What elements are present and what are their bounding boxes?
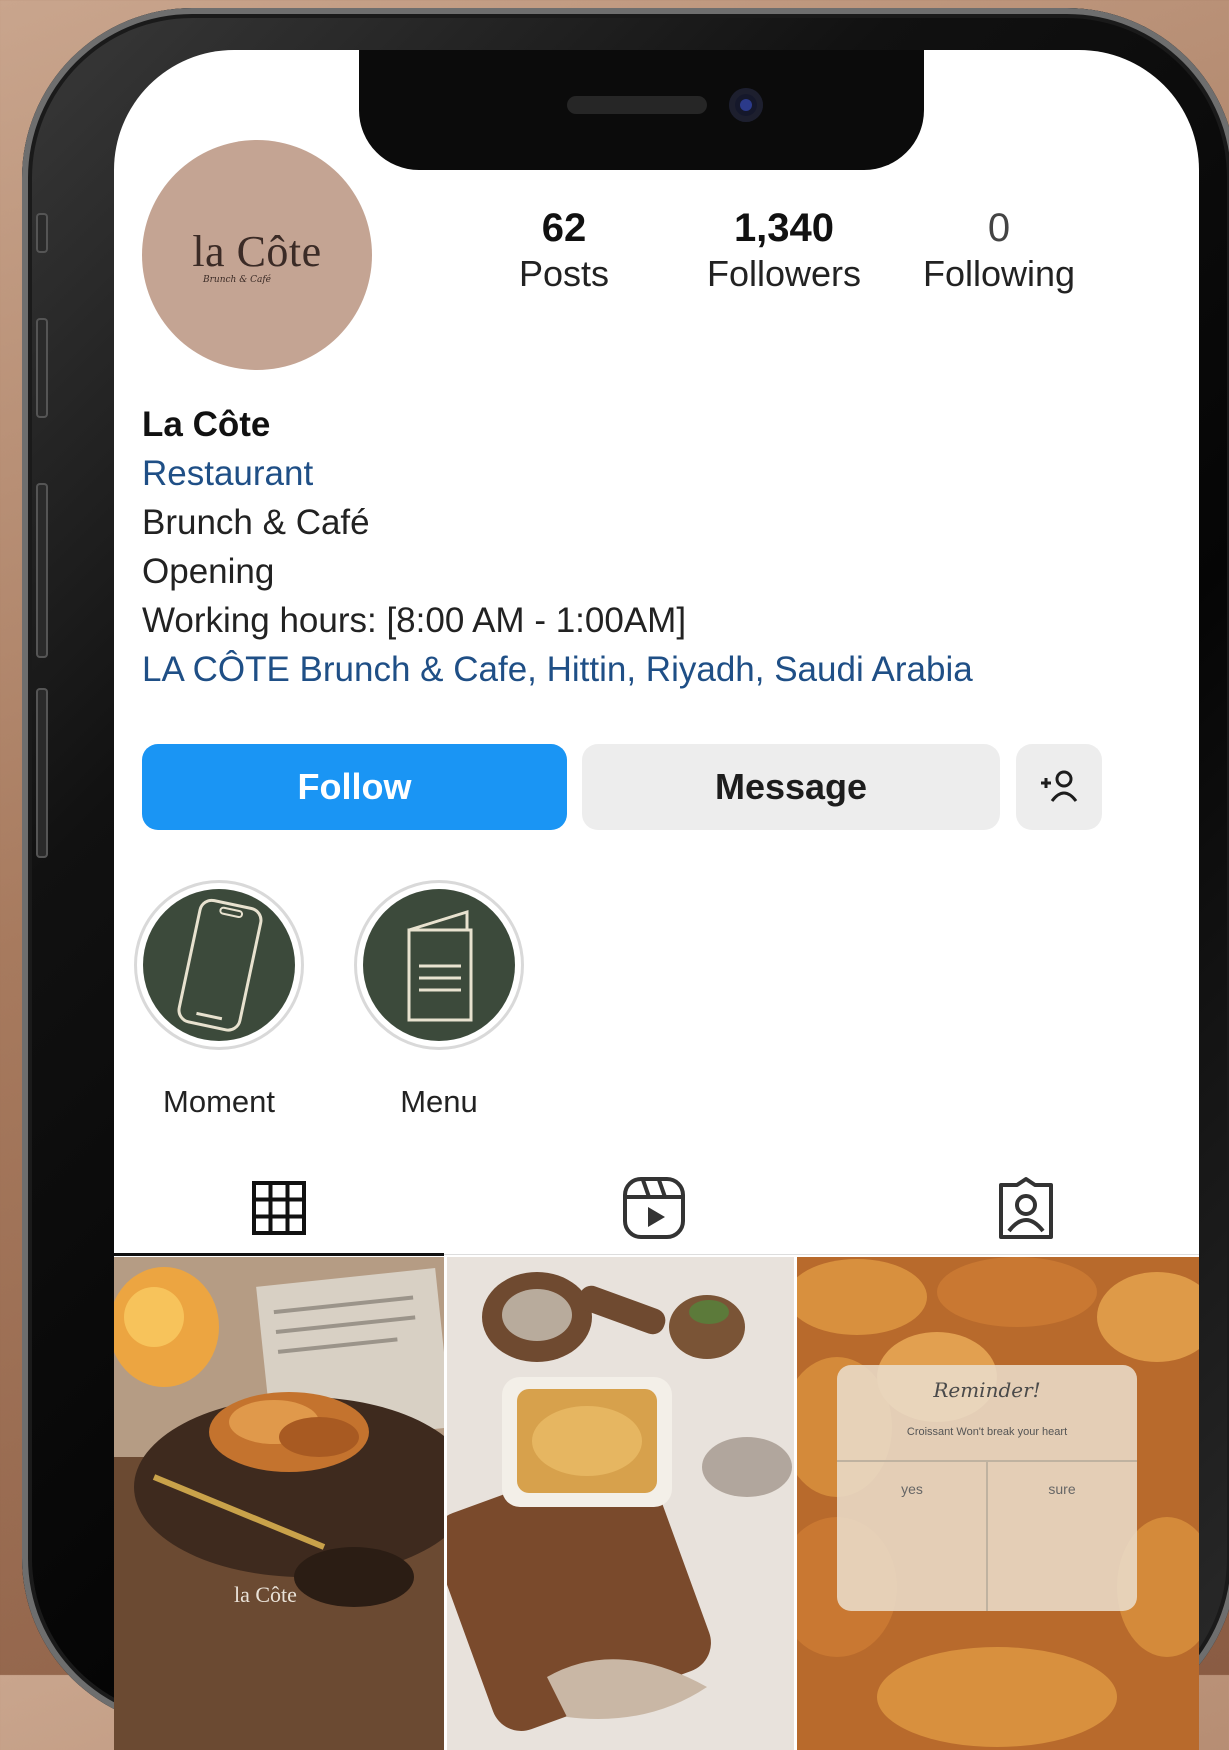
profile-name: La Côte	[142, 405, 271, 444]
post-thumbnail[interactable]: la Côte	[114, 1257, 444, 1750]
highlight-ring	[134, 880, 304, 1050]
posts-value: 62	[541, 206, 587, 250]
active-tab-indicator	[114, 1253, 444, 1256]
reminder-left-option: yes	[901, 1481, 923, 1497]
avatar[interactable]: la Côte Brunch & Café	[142, 140, 372, 370]
post-thumbnail[interactable]	[447, 1257, 794, 1750]
highlight-cover	[363, 889, 515, 1041]
bio-line: Working hours: [8:00 AM - 1:00AM]	[142, 601, 687, 640]
profile-bio: La Côte Restaurant Brunch & Café Opening…	[142, 400, 973, 694]
post-image-creme-brulee	[447, 1257, 794, 1750]
avatar-logo-text: la Côte	[192, 226, 322, 276]
following-value: 0	[987, 206, 1011, 250]
notch	[359, 50, 924, 170]
followers-count[interactable]: 1,340 Followers	[689, 205, 879, 297]
grid-icon	[252, 1181, 306, 1235]
highlight-menu[interactable]: Menu	[354, 880, 524, 1120]
avatar-logo-subtext: Brunch & Café	[203, 274, 271, 285]
reminder-right-option: sure	[1048, 1481, 1075, 1497]
mute-switch	[36, 213, 48, 253]
reminder-text: Croissant Won't break your heart	[907, 1426, 1067, 1438]
volume-up-button	[36, 318, 48, 418]
speaker	[567, 96, 707, 114]
following-label: Following	[922, 253, 1076, 294]
tab-tagged[interactable]	[986, 1168, 1066, 1248]
followers-value: 1,340	[733, 206, 835, 250]
highlight-label: Moment	[163, 1084, 275, 1119]
reminder-title: Reminder!	[932, 1378, 1040, 1402]
post-watermark: la Côte	[234, 1582, 297, 1607]
follow-button[interactable]: Follow	[142, 744, 567, 830]
volume-down-button	[36, 483, 48, 658]
power-button	[36, 688, 48, 858]
add-person-icon	[1041, 770, 1078, 802]
profile-screen: la Côte Brunch & Café 62 Posts 1,340 Fol…	[114, 50, 1199, 1750]
post-image-croissant-reminder: Reminder! Croissant Won't break your hea…	[797, 1257, 1199, 1750]
post-image-croissant-breakfast: la Côte	[114, 1257, 444, 1750]
profile-category[interactable]: Restaurant	[142, 449, 973, 498]
tabs-divider	[444, 1254, 1199, 1255]
followers-label: Followers	[706, 253, 862, 294]
posts-label: Posts	[518, 253, 610, 294]
posts-count[interactable]: 62 Posts	[489, 205, 639, 297]
bio-line: Opening	[142, 552, 275, 591]
suggest-people-button[interactable]	[1016, 744, 1102, 830]
post-thumbnail[interactable]: Reminder! Croissant Won't break your hea…	[797, 1257, 1199, 1750]
menu-book-icon	[407, 909, 473, 1022]
front-camera	[729, 88, 763, 122]
highlight-cover	[143, 889, 295, 1041]
message-button[interactable]: Message	[582, 744, 1000, 830]
highlight-ring	[354, 880, 524, 1050]
tagged-icon	[999, 1177, 1053, 1239]
tab-posts-grid[interactable]	[239, 1168, 319, 1248]
following-count[interactable]: 0 Following	[904, 205, 1094, 297]
phone-icon	[177, 898, 263, 1032]
phone-frame: la Côte Brunch & Café 62 Posts 1,340 Fol…	[22, 8, 1229, 1750]
bio-line: Brunch & Café	[142, 503, 370, 542]
reels-icon	[623, 1177, 685, 1239]
location-link[interactable]: LA CÔTE Brunch & Cafe, Hittin, Riyadh, S…	[142, 645, 973, 694]
highlight-moment[interactable]: Moment	[134, 880, 304, 1120]
highlight-label: Menu	[400, 1084, 478, 1119]
tab-reels[interactable]	[614, 1168, 694, 1248]
